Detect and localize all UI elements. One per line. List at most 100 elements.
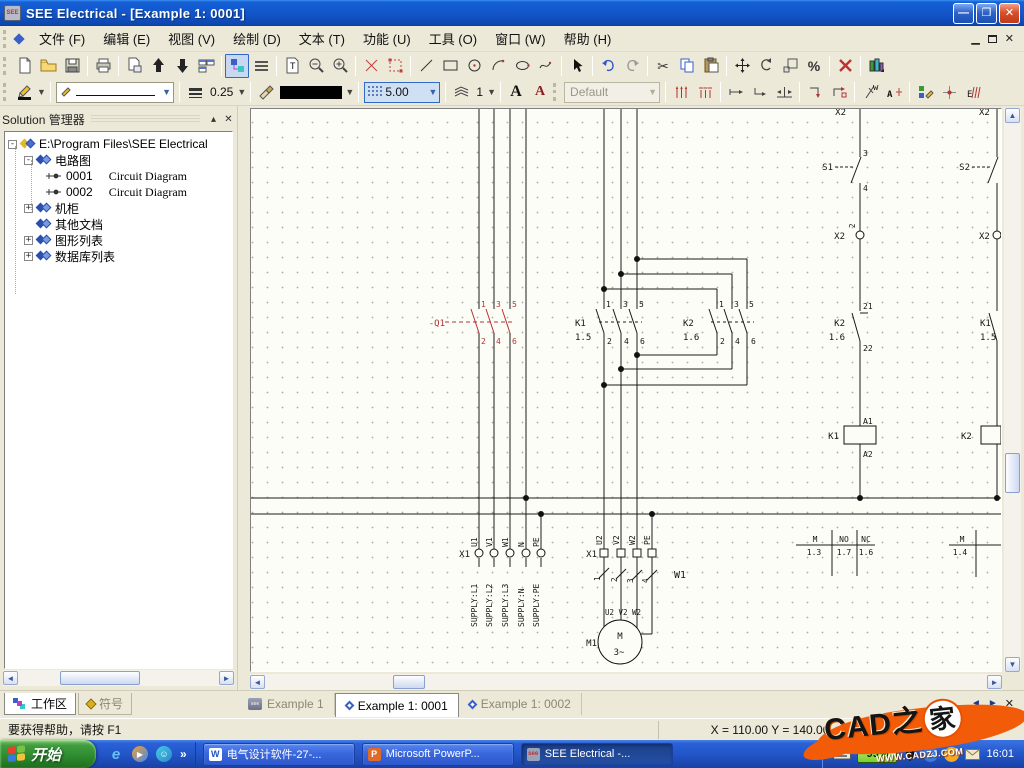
menubar-grip[interactable] <box>3 30 8 48</box>
zoom-page-button[interactable]: T <box>280 54 304 78</box>
tree-item-graphic-lists[interactable]: + 图形列表 <box>5 232 232 248</box>
tab-example1-0002[interactable]: Example 1: 0002 <box>459 693 582 715</box>
draw-ellipse-button[interactable] <box>510 54 534 78</box>
list-view-button[interactable] <box>249 54 273 78</box>
mdi-minimize-button[interactable]: ▁ <box>971 32 979 45</box>
scroll-right-button[interactable]: ► <box>219 671 234 685</box>
open-button[interactable] <box>36 54 60 78</box>
menu-file[interactable]: 文件 (F) <box>30 25 94 52</box>
tree-item-circuit-diagrams[interactable]: - 电路图 <box>5 152 232 168</box>
panel-horizontal-scrollbar[interactable]: ◄ ► <box>3 670 234 686</box>
toolbar-grip-3[interactable] <box>553 83 558 101</box>
menu-help[interactable]: 帮助 (H) <box>555 25 621 52</box>
tray-app-icon[interactable] <box>944 747 959 762</box>
toolbar-grip[interactable] <box>3 57 8 75</box>
power-plug-icon[interactable] <box>903 747 917 761</box>
menu-draw[interactable]: 绘制 (D) <box>224 25 290 52</box>
tree-item-cabinets[interactable]: + 机柜 <box>5 200 232 216</box>
page-down-button[interactable] <box>170 54 194 78</box>
zoom-out-button[interactable] <box>304 54 328 78</box>
text-color-button[interactable]: A <box>528 80 552 104</box>
wire-cut-button[interactable]: w <box>858 80 882 104</box>
print-button[interactable] <box>91 54 115 78</box>
line-style-select[interactable]: ▼ <box>56 82 174 103</box>
tree-item-page-0001[interactable]: 0001 Circuit Diagram <box>5 168 232 184</box>
canvas-horizontal-scrollbar[interactable]: ◄ ► <box>250 674 1002 690</box>
new-button[interactable] <box>12 54 36 78</box>
tab-workspace[interactable]: 工作区 <box>4 693 76 715</box>
wire-start-arrow-button[interactable] <box>724 80 748 104</box>
hide-icons-button[interactable]: « <box>923 747 938 762</box>
scroll-left-button[interactable]: ◄ <box>250 675 265 689</box>
layer-value[interactable]: 1 <box>473 85 486 99</box>
minimize-button[interactable]: — <box>953 3 974 24</box>
potential-rail-button[interactable] <box>669 80 693 104</box>
fill-color-button[interactable] <box>254 80 278 104</box>
ie-icon[interactable]: e <box>108 746 124 762</box>
panel-pin-button[interactable]: ▴ <box>206 112 221 127</box>
draw-curve-button[interactable] <box>534 54 558 78</box>
text-black-button[interactable]: A <box>504 80 528 104</box>
media-player-icon[interactable]: ▶ <box>132 746 148 762</box>
canvas-vertical-scrollbar[interactable]: ▲ ▼ <box>1004 108 1021 672</box>
tab-close-button[interactable]: ✕ <box>1005 697 1014 710</box>
line-width-value[interactable]: 0.25 <box>207 85 236 99</box>
tab-scroll-left-button[interactable]: ◄ <box>971 698 981 709</box>
scroll-left-button[interactable]: ◄ <box>3 671 18 685</box>
task-powerpoint[interactable]: P Microsoft PowerP... <box>362 743 514 766</box>
tab-example1-0001[interactable]: Example 1: 0001 <box>335 693 459 717</box>
scroll-right-button[interactable]: ► <box>987 675 1002 689</box>
scale-percent-button[interactable]: % <box>802 54 826 78</box>
font-family-select[interactable]: Default ▼ <box>564 82 660 103</box>
select-pointer-button[interactable] <box>565 54 589 78</box>
fill-color-dropdown[interactable]: ▼ <box>344 82 355 103</box>
toolbar-grip-2[interactable] <box>3 83 8 101</box>
tree-item-other-docs[interactable]: 其他文档 <box>5 216 232 232</box>
mail-icon[interactable] <box>965 749 980 760</box>
draw-rect-button[interactable] <box>438 54 462 78</box>
scroll-up-button[interactable]: ▲ <box>1005 108 1020 123</box>
pen-color-button[interactable] <box>12 80 36 104</box>
workspace-panel-toggle[interactable] <box>225 54 249 78</box>
wire-branch-arrow-button[interactable] <box>748 80 772 104</box>
menu-function[interactable]: 功能 (U) <box>354 25 420 52</box>
node-edit-button[interactable] <box>937 80 961 104</box>
menu-window[interactable]: 窗口 (W) <box>486 25 555 52</box>
pen-color-dropdown[interactable]: ▼ <box>36 82 47 103</box>
rotate-button[interactable] <box>754 54 778 78</box>
task-word-document[interactable]: W 电气设计软件-27-... <box>203 743 355 766</box>
scrollbar-thumb[interactable] <box>1005 453 1020 493</box>
messenger-icon[interactable]: ☺ <box>156 746 172 762</box>
scrollbar-thumb[interactable] <box>60 671 140 685</box>
scale-button[interactable] <box>778 54 802 78</box>
draw-circle-button[interactable] <box>462 54 486 78</box>
mdi-close-button[interactable]: ✕ <box>1005 32 1014 45</box>
tab-example1[interactable]: see Example 1 <box>238 693 335 715</box>
start-button[interactable]: 开始 <box>0 740 96 768</box>
drawing-sheet[interactable]: -Q1 1 3 5 2 4 6 K11.5 1 3 5 2 4 6 K21.6 … <box>250 108 1002 672</box>
tree-root[interactable]: - E:\Program Files\SEE Electrical <box>5 136 232 152</box>
scrollbar-thumb[interactable] <box>393 675 425 689</box>
restore-button[interactable]: ❐ <box>976 3 997 24</box>
keyboard-icon[interactable] <box>833 748 851 760</box>
cut-button[interactable]: ✂ <box>651 54 675 78</box>
scroll-down-button[interactable]: ▼ <box>1005 657 1020 672</box>
menu-tools[interactable]: 工具 (O) <box>420 25 486 52</box>
tree-expand-box[interactable]: + <box>24 236 33 245</box>
page-up-button[interactable] <box>146 54 170 78</box>
delete-x-button[interactable] <box>359 54 383 78</box>
move-button[interactable] <box>730 54 754 78</box>
page-properties-button[interactable] <box>122 54 146 78</box>
selection-box-button[interactable] <box>383 54 407 78</box>
save-button[interactable] <box>60 54 84 78</box>
copy-button[interactable] <box>675 54 699 78</box>
line-width-dropdown[interactable]: ▼ <box>236 82 247 103</box>
close-button[interactable]: ✕ <box>999 3 1020 24</box>
zoom-in-button[interactable] <box>328 54 352 78</box>
corner-down-button[interactable] <box>803 80 827 104</box>
paste-button[interactable] <box>699 54 723 78</box>
draw-line-button[interactable] <box>414 54 438 78</box>
layer-dropdown[interactable]: ▼ <box>486 82 497 103</box>
wire-label-button[interactable]: E <box>961 80 985 104</box>
draw-arc-button[interactable] <box>486 54 510 78</box>
